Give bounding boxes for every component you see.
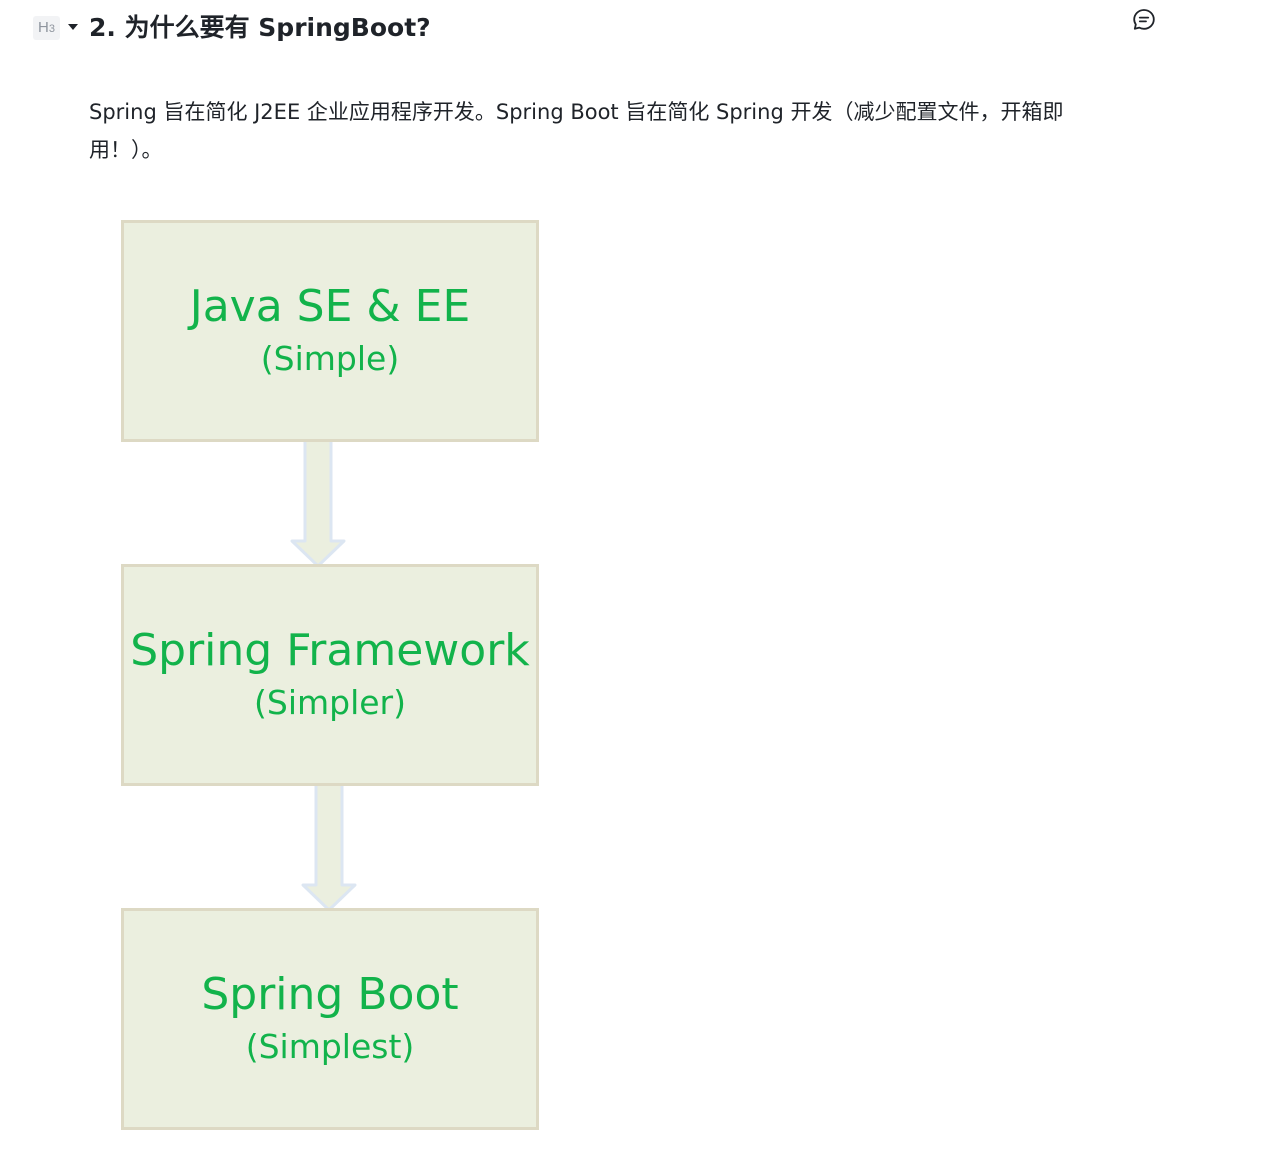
box-title: Java SE & EE: [189, 281, 471, 332]
section-heading: 2. 为什么要有 SpringBoot?: [89, 13, 431, 42]
box-title: Spring Boot: [201, 969, 459, 1020]
diagram-box-spring-boot: Spring Boot (Simplest): [121, 908, 539, 1130]
arrow-2-to-3: [301, 780, 357, 912]
box-subtitle: (Simplest): [245, 1027, 415, 1066]
diagram-box-java-se-ee: Java SE & EE (Simple): [121, 220, 539, 442]
heading-level-label: H3: [38, 19, 55, 36]
box-subtitle: (Simpler): [254, 683, 406, 722]
heading-row: H3 2. 为什么要有 SpringBoot?: [0, 0, 1278, 56]
comment-icon[interactable]: [1131, 7, 1157, 33]
box-subtitle: (Simple): [260, 339, 400, 378]
caret-down-icon[interactable]: [66, 20, 80, 34]
arrow-1-to-2: [290, 436, 346, 568]
intro-paragraph: Spring 旨在简化 J2EE 企业应用程序开发。Spring Boot 旨在…: [89, 100, 1064, 162]
diagram-box-spring-framework: Spring Framework (Simpler): [121, 564, 539, 786]
box-title: Spring Framework: [130, 625, 530, 676]
heading-level-badge[interactable]: H3: [33, 16, 60, 40]
